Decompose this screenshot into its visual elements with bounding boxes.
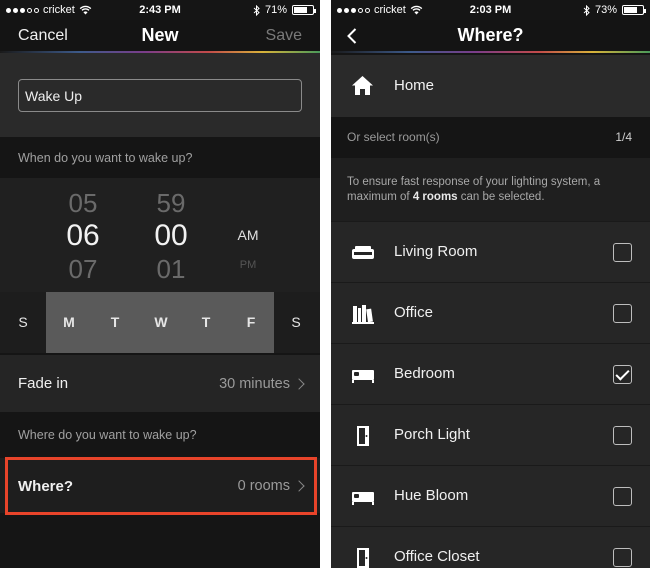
status-bar: cricket 2:03 PM 73%: [331, 0, 650, 20]
hour-wheel[interactable]: 05 06 07: [53, 190, 113, 282]
wake-time-label: When do you want to wake up?: [18, 151, 193, 165]
minute-selected: 00: [154, 219, 188, 252]
new-wake-up-screen: cricket 2:43 PM 71% Cancel New Save When…: [0, 0, 320, 568]
routine-name-input[interactable]: [18, 79, 302, 112]
nav-gradient-divider: [331, 51, 650, 53]
navigation-bar: Where?: [331, 20, 650, 53]
hour-prev: 05: [68, 188, 98, 218]
sofa-icon: [351, 242, 375, 264]
door-icon: [351, 547, 375, 568]
note-room-limit: 4 rooms: [412, 191, 458, 203]
minute-prev: 59: [156, 188, 186, 218]
period-next: PM: [239, 259, 257, 271]
minute-wheel[interactable]: 59 00 01: [141, 190, 201, 282]
weekday-toggle[interactable]: M: [46, 292, 92, 353]
weekday-toggle[interactable]: S: [0, 292, 46, 353]
hour-selected: 06: [66, 219, 100, 252]
wake-location-label: Where do you want to wake up?: [18, 428, 197, 442]
battery-percent: 71%: [264, 4, 287, 16]
battery-percent: 73%: [594, 4, 617, 16]
chevron-right-icon: [293, 378, 305, 390]
weekday-toggle[interactable]: T: [183, 292, 229, 353]
fade-in-value: 30 minutes: [219, 376, 290, 392]
room-label: Porch Light: [394, 426, 470, 443]
room-label: Hue Bloom: [394, 487, 469, 504]
house-icon: [352, 76, 373, 95]
weekday-toggle[interactable]: T: [92, 292, 138, 353]
fade-in-label: Fade in: [18, 375, 69, 392]
weekday-toggle[interactable]: W: [138, 292, 184, 353]
name-section: [0, 53, 320, 137]
weekday-toggle[interactable]: F: [228, 292, 274, 353]
room-label: Bedroom: [394, 365, 455, 382]
room-checkbox[interactable]: [613, 365, 632, 384]
room-limit-note: To ensure fast response of your lighting…: [331, 158, 650, 221]
room-label: Living Room: [394, 243, 478, 260]
room-row[interactable]: Porch Light: [331, 404, 650, 465]
room-checkbox[interactable]: [613, 304, 632, 323]
bluetooth-icon: [253, 4, 260, 16]
room-checkbox[interactable]: [613, 548, 632, 567]
battery-icon: [292, 5, 316, 15]
navigation-bar: Cancel New Save: [0, 20, 320, 53]
period-selected: AM: [237, 227, 259, 243]
weekday-selector: SMTWTFS: [0, 292, 320, 353]
time-picker[interactable]: 05 06 07 59 00 01 AM PM: [0, 178, 320, 292]
room-row[interactable]: Living Room: [331, 221, 650, 282]
select-rooms-header: Or select room(s) 1/4: [331, 117, 650, 158]
selected-room-count: 1/4: [615, 130, 632, 144]
annotation-highlight-box: [5, 457, 317, 515]
select-rooms-label: Or select room(s): [347, 130, 440, 144]
room-checkbox[interactable]: [613, 243, 632, 262]
save-button[interactable]: Save: [266, 27, 302, 45]
home-label: Home: [394, 77, 435, 94]
room-row[interactable]: Bedroom: [331, 343, 650, 404]
room-row[interactable]: Office Closet: [331, 526, 650, 568]
bookshelf-icon: [351, 303, 375, 325]
bed-icon: [351, 364, 375, 386]
hour-next: 07: [68, 254, 98, 284]
battery-icon: [622, 5, 646, 15]
room-row[interactable]: Hue Bloom: [331, 465, 650, 526]
fade-in-row[interactable]: Fade in 30 minutes: [0, 355, 320, 412]
home-option[interactable]: Home: [331, 55, 650, 117]
weekday-toggle[interactable]: S: [273, 292, 319, 353]
room-checkbox[interactable]: [613, 487, 632, 506]
minute-next: 01: [156, 254, 186, 284]
period-wheel[interactable]: AM PM: [228, 228, 268, 271]
door-icon: [351, 425, 375, 447]
bluetooth-icon: [583, 4, 590, 16]
status-bar: cricket 2:43 PM 71%: [0, 0, 320, 20]
where-room-select-screen: cricket 2:03 PM 73% Where? Home Or selec…: [331, 0, 650, 568]
room-row[interactable]: Office: [331, 282, 650, 343]
room-label: Office: [394, 304, 433, 321]
room-label: Office Closet: [394, 548, 480, 565]
page-title: Where?: [457, 25, 524, 45]
bed-icon: [351, 486, 375, 508]
note-text-end: can be selected.: [457, 191, 545, 203]
room-checkbox[interactable]: [613, 426, 632, 445]
